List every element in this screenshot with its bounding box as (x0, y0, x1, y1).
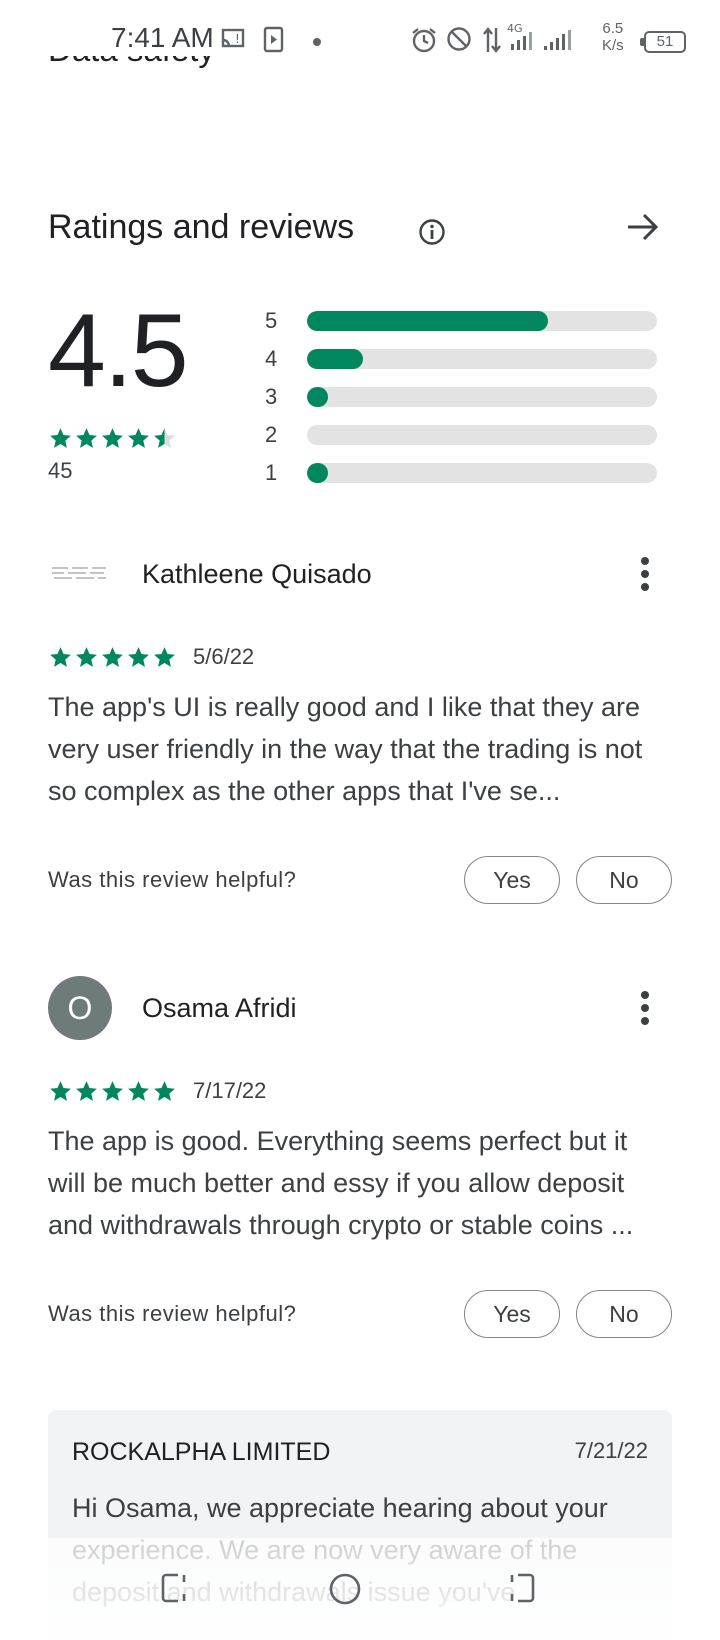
average-rating: 4.5 (48, 293, 189, 409)
bar-fill (307, 387, 328, 407)
helpful-yes-button[interactable]: Yes (464, 1290, 560, 1338)
bar-label: 1 (265, 460, 278, 485)
reviewer-name: Kathleene Quisado (142, 558, 372, 589)
recents-nav-icon[interactable] (160, 1572, 190, 1609)
bar-row-1: 1 (265, 454, 657, 492)
star-icon (76, 1080, 97, 1101)
bar-label: 3 (265, 384, 278, 409)
media-icon (263, 26, 285, 59)
more-options-icon[interactable] (640, 556, 650, 597)
review-date: 5/6/22 (193, 644, 255, 669)
star-icon (128, 1080, 149, 1101)
signal-icon (540, 22, 574, 57)
helpful-yes-button[interactable]: Yes (464, 856, 560, 904)
review-rating-line: 7/17/22 (48, 1078, 672, 1104)
reviewer-row: O Osama Afridi (48, 976, 672, 1040)
developer-reply-header: ROCKALPHA LIMITED 7/21/22 (72, 1438, 648, 1467)
back-nav-icon[interactable] (506, 1572, 536, 1609)
bar-track (307, 311, 657, 331)
cast-icon: ! (221, 26, 247, 57)
bar-row-5: 5 (265, 302, 657, 340)
helpful-row: Was this review helpful? Yes No (48, 856, 672, 904)
do-not-disturb-icon (446, 26, 472, 57)
star-icon (50, 1080, 71, 1101)
bar-label: 2 (265, 422, 278, 447)
data-safety-heading[interactable]: Data safety (48, 56, 215, 92)
home-nav-icon[interactable] (328, 1572, 362, 1611)
star-icon (102, 428, 123, 448)
review-stars (48, 645, 177, 670)
star-icon (102, 646, 123, 667)
developer-reply-date: 7/21/22 (574, 1438, 648, 1463)
bar-track (307, 349, 657, 369)
helpful-no-button[interactable]: No (576, 856, 672, 904)
helpful-question: Was this review helpful? (48, 1301, 297, 1326)
bar-label: 5 (265, 308, 278, 333)
network-label: 4G (507, 22, 523, 35)
info-icon[interactable] (418, 218, 446, 251)
review-count: 45 (48, 458, 73, 483)
review-card: O Osama Afridi 7/17/22 The app is good. … (48, 976, 672, 1338)
more-options-icon[interactable] (640, 990, 650, 1031)
speed-unit: K/s (602, 37, 624, 54)
bar-row-4: 4 (265, 340, 657, 378)
ratings-reviews-title[interactable]: Ratings and reviews (48, 208, 354, 247)
bar-row-2: 2 (265, 416, 657, 454)
speed-value: 6.5 (602, 20, 624, 37)
data-transfer-icon (481, 26, 503, 59)
alarm-icon (410, 26, 438, 59)
review-text[interactable]: The app's UI is really good and I like t… (48, 686, 672, 812)
star-icon (128, 646, 149, 667)
review-card: Kathleene Quisado 5/6/22 The app's UI is… (48, 542, 672, 904)
bar-fill (307, 463, 328, 483)
bar-track (307, 387, 657, 407)
review-text[interactable]: The app is good. Everything seems perfec… (48, 1120, 672, 1246)
helpful-row: Was this review helpful? Yes No (48, 1290, 672, 1338)
helpful-question: Was this review helpful? (48, 867, 297, 892)
star-icon (76, 646, 97, 667)
helpful-no-button[interactable]: No (576, 1290, 672, 1338)
star-icon (76, 428, 97, 448)
star-icon (128, 428, 149, 448)
bar-row-3: 3 (265, 378, 657, 416)
reviewer-row: Kathleene Quisado (48, 542, 672, 606)
bar-track (307, 463, 657, 483)
summary-stars (48, 426, 177, 451)
star-icon (50, 428, 71, 448)
avatar: O (48, 976, 112, 1040)
developer-name: ROCKALPHA LIMITED (72, 1438, 331, 1466)
star-icon (154, 646, 175, 667)
rating-distribution: 5 4 3 2 1 (265, 302, 657, 492)
star-icon (50, 646, 71, 667)
reviewer-name: Osama Afridi (142, 992, 297, 1023)
review-rating-line: 5/6/22 (48, 644, 672, 670)
status-time: 7:41 AM (111, 22, 214, 53)
bar-fill (307, 311, 548, 331)
bar-track (307, 425, 657, 445)
signal-4g-icon: 4G (505, 22, 539, 57)
avatar (48, 542, 112, 606)
bar-fill (307, 349, 363, 369)
battery-indicator: 51 (640, 31, 686, 53)
dot-icon (312, 34, 322, 52)
arrow-forward-icon[interactable] (626, 212, 660, 247)
review-date: 7/17/22 (193, 1078, 267, 1103)
svg-text:!: ! (235, 32, 240, 46)
star-icon (102, 1080, 123, 1101)
star-icon (154, 428, 175, 448)
network-speed: 6.5 K/s (602, 20, 624, 54)
star-icon (154, 1080, 175, 1101)
bar-label: 4 (265, 346, 278, 371)
review-stars (48, 1079, 177, 1104)
